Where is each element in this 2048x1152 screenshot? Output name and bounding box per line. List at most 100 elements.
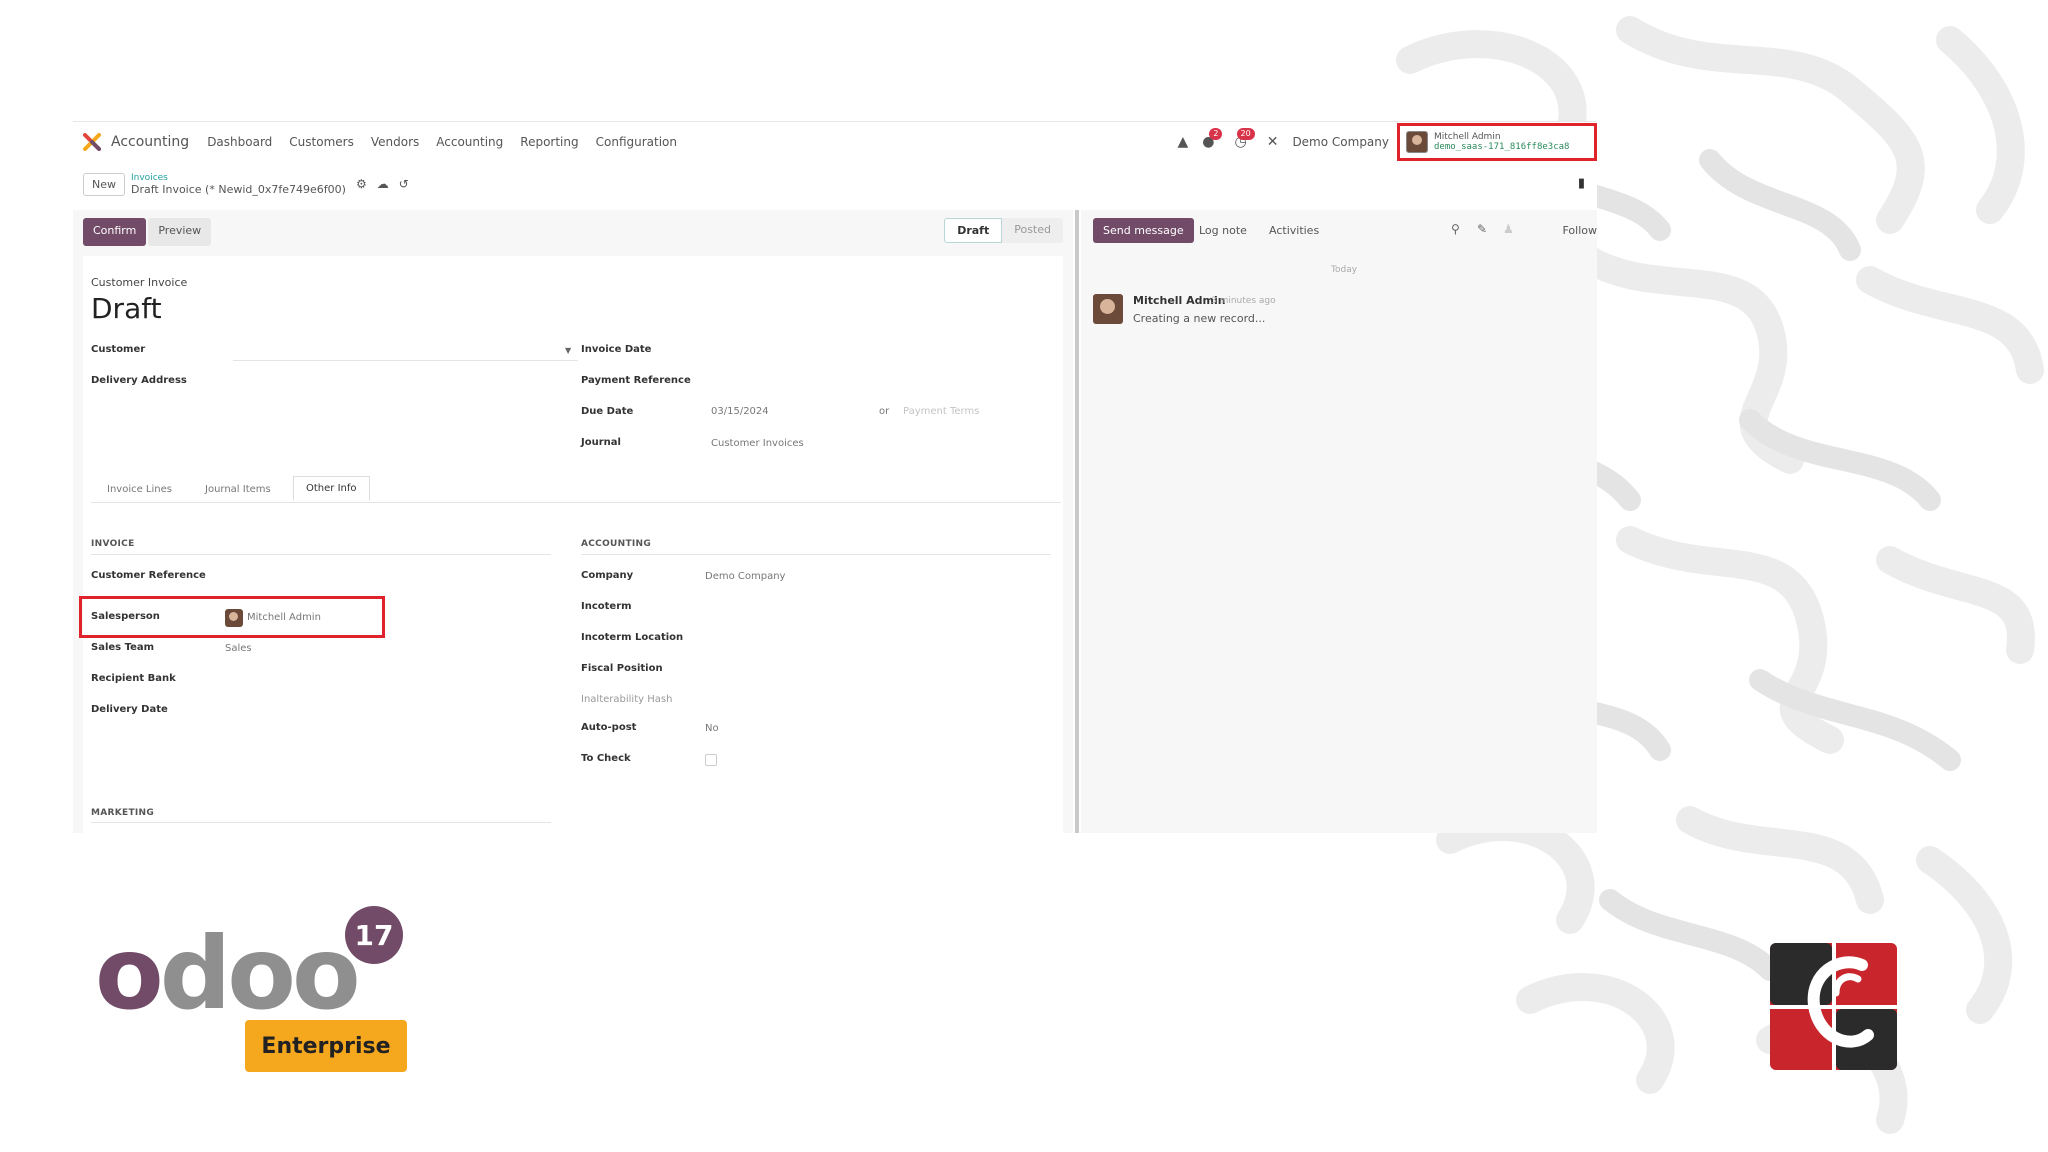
auto-post-label: Auto-post: [581, 722, 637, 733]
incoterm-label: Incoterm: [581, 601, 632, 612]
new-button[interactable]: New: [83, 172, 125, 196]
control-panel: New Invoices Draft Invoice (* Newid_0x7f…: [73, 166, 1597, 202]
breadcrumb: Invoices Draft Invoice (* Newid_0x7fe749…: [131, 173, 346, 196]
save-cloud-icon[interactable]: ☁: [377, 177, 389, 191]
date-separator: Today: [1331, 265, 1358, 275]
due-or-text: or: [879, 406, 890, 417]
customer-dropdown-icon[interactable]: ▼: [565, 346, 571, 355]
breadcrumb-invoices[interactable]: Invoices: [131, 173, 346, 183]
marketing-section-heading: MARKETING: [91, 808, 155, 818]
tab-journal-items[interactable]: Journal Items: [193, 478, 283, 501]
menu-vendors[interactable]: Vendors: [371, 135, 419, 149]
document-type: Customer Invoice: [91, 276, 188, 289]
confirm-button[interactable]: Confirm: [83, 218, 147, 246]
company-switcher[interactable]: Demo Company: [1292, 135, 1389, 149]
accounting-app-icon[interactable]: [83, 133, 101, 151]
odoo-enterprise-logo: odoo 17 Enterprise: [95, 900, 455, 1080]
message-author-avatar: [1093, 294, 1123, 324]
tab-invoice-lines[interactable]: Invoice Lines: [95, 478, 184, 501]
company-field[interactable]: Demo Company: [705, 571, 785, 582]
delivery-date-label: Delivery Date: [91, 704, 168, 715]
bug-icon[interactable]: ▲: [1177, 134, 1188, 150]
message-body: Creating a new record...: [1133, 312, 1266, 325]
gear-icon[interactable]: ⚙: [356, 177, 367, 191]
inalterability-hash-label: Inalterability Hash: [581, 694, 673, 705]
journal-field[interactable]: Customer Invoices: [711, 438, 804, 449]
edition-badge: Enterprise: [245, 1020, 407, 1072]
discard-icon[interactable]: ↺: [399, 177, 409, 191]
odoo-app-window: Accounting Dashboard Customers Vendors A…: [73, 121, 1597, 833]
message-time: 3 minutes ago: [1211, 296, 1276, 306]
search-icon[interactable]: ⚲: [1451, 222, 1460, 236]
company-label: Company: [581, 570, 634, 581]
due-date-field[interactable]: 03/15/2024: [711, 406, 769, 417]
marketing-section-divider: [91, 822, 551, 823]
user-name: Mitchell Admin: [1434, 132, 1501, 142]
app-name[interactable]: Accounting: [111, 134, 189, 150]
navbar-systray: ▲ ● 2 ◷ 20 ✕ Demo Company Mitchell Admin d…: [1177, 122, 1597, 162]
menu-accounting[interactable]: Accounting: [436, 135, 503, 149]
chatter-panel: Send message Log note Activities ⚲ ✎ ♟ F…: [1081, 210, 1597, 833]
payment-terms-field[interactable]: Payment Terms: [903, 406, 979, 417]
attachment-icon[interactable]: ▮: [1578, 176, 1585, 191]
invoice-section-heading: INVOICE: [91, 539, 135, 549]
accounting-section-heading: ACCOUNTING: [581, 539, 652, 549]
to-check-label: To Check: [581, 753, 631, 764]
accounting-section-divider: [581, 554, 1051, 555]
followers-icon[interactable]: ♟: [1503, 222, 1514, 236]
delivery-address-label: Delivery Address: [91, 375, 187, 386]
customer-field[interactable]: [233, 360, 578, 361]
invoice-section-divider: [91, 554, 551, 555]
form-sheet: Customer Invoice Draft Customer ▼ Delive…: [79, 256, 1063, 833]
database-name: demo_saas-171_816ff8e3ca8: [1434, 142, 1570, 152]
form-chatter-divider[interactable]: [1075, 210, 1079, 833]
customer-reference-label: Customer Reference: [91, 570, 206, 581]
menu-reporting[interactable]: Reporting: [520, 135, 578, 149]
customer-label: Customer: [91, 344, 146, 355]
user-menu-highlight[interactable]: Mitchell Admin demo_saas-171_816ff8e3ca8: [1397, 123, 1597, 161]
sales-team-label: Sales Team: [91, 642, 155, 653]
menu-dashboard[interactable]: Dashboard: [207, 135, 272, 149]
status-draft[interactable]: Draft: [944, 218, 1003, 243]
user-avatar: [1406, 131, 1428, 153]
activity-badge: 20: [1236, 128, 1255, 140]
payment-reference-label: Payment Reference: [581, 375, 691, 386]
form-button-bar: Confirm Preview: [83, 218, 212, 246]
recipient-bank-label: Recipient Bank: [91, 673, 176, 684]
version-badge: 17: [345, 906, 403, 964]
chat-icon[interactable]: ● 2: [1202, 128, 1223, 150]
incoterm-location-label: Incoterm Location: [581, 632, 684, 643]
status-posted[interactable]: Posted: [1002, 218, 1063, 243]
send-message-button[interactable]: Send message: [1093, 218, 1194, 243]
salesperson-field[interactable]: Mitchell Admin: [247, 612, 321, 623]
fiscal-position-label: Fiscal Position: [581, 663, 663, 674]
menu-customers[interactable]: Customers: [289, 135, 354, 149]
invoice-date-label: Invoice Date: [581, 344, 652, 355]
tab-other-info[interactable]: Other Info: [293, 476, 370, 501]
invoice-form: Confirm Preview Draft Posted Customer In…: [73, 210, 1073, 833]
follow-button[interactable]: Follow: [1562, 224, 1597, 237]
tabs-border: [91, 502, 1061, 503]
paperclip-icon[interactable]: ✎: [1477, 222, 1487, 236]
sales-team-field[interactable]: Sales: [225, 643, 252, 654]
tools-icon[interactable]: ✕: [1267, 134, 1279, 150]
status-bar: Draft Posted: [944, 218, 1063, 243]
to-check-checkbox[interactable]: [705, 754, 717, 766]
due-date-label: Due Date: [581, 406, 634, 417]
chat-badge: 2: [1209, 128, 1223, 140]
salesperson-avatar: [225, 609, 243, 627]
salesperson-label: Salesperson: [91, 611, 160, 622]
corner-brand-logo: [1770, 943, 1897, 1070]
odoo-wordmark: odoo: [95, 915, 361, 1032]
top-navbar: Accounting Dashboard Customers Vendors A…: [73, 122, 1597, 162]
auto-post-field[interactable]: No: [705, 723, 719, 734]
page-title: Draft: [91, 292, 162, 325]
breadcrumb-current: Draft Invoice (* Newid_0x7fe749e6f00): [131, 182, 346, 196]
log-note-button[interactable]: Log note: [1199, 224, 1247, 237]
activities-button[interactable]: Activities: [1269, 224, 1319, 237]
preview-button[interactable]: Preview: [148, 218, 212, 246]
journal-label: Journal: [581, 437, 621, 448]
activity-clock-icon[interactable]: ◷ 20: [1234, 128, 1255, 150]
slide: Accounting Dashboard Customers Vendors A…: [0, 0, 2048, 1152]
menu-configuration[interactable]: Configuration: [596, 135, 677, 149]
